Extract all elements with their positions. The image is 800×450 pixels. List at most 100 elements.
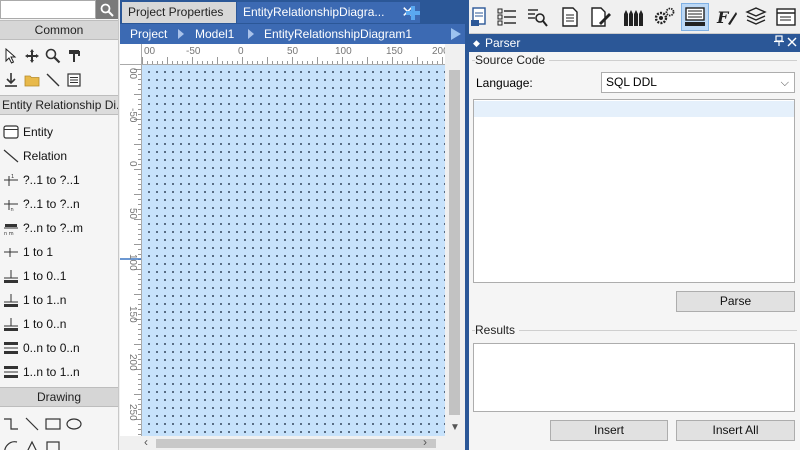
toolbox-item-opt-n-m[interactable]: n m ?..n to ?..m — [0, 216, 118, 240]
toolbar-document-button[interactable] — [556, 3, 584, 31]
toolbox-item-1-0n[interactable]: 1 to 0..n — [0, 312, 118, 336]
ruler-label: 250 — [127, 404, 138, 421]
zoom-tool[interactable] — [44, 47, 62, 65]
scroll-left-icon[interactable]: ‹ — [144, 435, 148, 449]
list-icon — [497, 8, 516, 26]
format-painter-tool[interactable] — [65, 47, 83, 65]
toolbar-search-button[interactable] — [523, 3, 551, 31]
toolbox-item-opt-1-1[interactable]: 1 ?..1 to ?..1 — [0, 168, 118, 192]
toolbar-pencils-button[interactable] — [618, 3, 646, 31]
folder-tool[interactable] — [23, 71, 41, 89]
add-tab-button[interactable] — [403, 3, 423, 23]
toolbox-item-1-01[interactable]: 1 to 0..1 — [0, 264, 118, 288]
toolbar-properties-button[interactable] — [466, 3, 494, 31]
toolbox-item-label: 1 to 0..n — [23, 317, 67, 331]
collapse-arrows-icon[interactable]: ◆ — [473, 34, 480, 52]
toolbar-parser-button[interactable] — [681, 3, 709, 31]
parse-button[interactable]: Parse — [676, 291, 795, 312]
chevron-down-icon: ⌵ — [780, 77, 789, 89]
breadcrumb-model[interactable]: Model1 — [195, 27, 234, 41]
toolbar-layers-button[interactable] — [742, 3, 770, 31]
toolbox-category-erd[interactable]: Entity Relationship Di... — [0, 95, 118, 115]
vertical-scrollbar[interactable]: ▼ — [445, 44, 465, 436]
tool-window-toolbar: F — [469, 0, 800, 34]
toolbox-search-button[interactable] — [96, 0, 118, 19]
tab-project-properties[interactable]: Project Properties — [122, 2, 236, 23]
pan-tool[interactable] — [23, 47, 41, 65]
svg-text:n m: n m — [4, 231, 14, 236]
ellipse-icon — [66, 418, 82, 430]
triangle-icon — [27, 440, 37, 450]
relation-one-to-zero-one-icon — [3, 268, 19, 284]
toolbar-settings-button[interactable] — [650, 3, 678, 31]
square-icon — [46, 441, 60, 450]
comment-tool[interactable] — [65, 71, 83, 89]
orthogonal-line-tool[interactable] — [2, 415, 20, 433]
paint-brush-icon — [69, 50, 80, 62]
toolbox-search-input[interactable] — [0, 0, 96, 19]
scroll-down-icon[interactable]: ▼ — [450, 422, 460, 433]
breadcrumb-diagram[interactable]: EntityRelationshipDiagram1 — [264, 27, 412, 41]
arc-tool[interactable] — [2, 439, 20, 450]
diagonal-line-icon — [46, 73, 60, 87]
pointer-tool[interactable] — [2, 47, 20, 65]
line-tool[interactable] — [44, 71, 62, 89]
toolbox-item-opt-1-n[interactable]: n ?..1 to ?..n — [0, 192, 118, 216]
insert-button[interactable]: Insert — [550, 420, 668, 441]
toolbox-item-label: 1 to 1 — [23, 245, 54, 259]
ruler-label: 100 — [127, 254, 138, 271]
entity-icon — [3, 124, 19, 140]
shape-tool[interactable] — [44, 439, 62, 450]
toolbox-item-entity[interactable]: Entity — [0, 120, 118, 144]
close-icon[interactable] — [787, 34, 797, 52]
ellipse-tool[interactable] — [65, 415, 83, 433]
breadcrumb-separator-icon — [178, 29, 184, 39]
ruler-label: 00 — [144, 46, 156, 57]
vertical-scroll-thumb[interactable] — [449, 70, 460, 415]
tab-entity-relationship-diagram[interactable]: EntityRelationshipDiagra... ✕ — [237, 2, 420, 23]
scroll-corner — [120, 436, 142, 450]
current-line-highlight — [474, 101, 794, 117]
language-label: Language: — [476, 76, 533, 90]
ruler-label: 100 — [335, 46, 352, 57]
ruler-label: 00 — [127, 68, 138, 80]
relation-zero-many-to-zero-many-icon — [3, 340, 19, 356]
insert-all-button[interactable]: Insert All — [676, 420, 795, 441]
toolbar-output-button[interactable] — [772, 3, 800, 31]
toolbox-item-1-1[interactable]: 1 to 1 — [0, 240, 118, 264]
output-window-icon — [776, 8, 796, 26]
diagram-document: Project Properties EntityRelationshipDia… — [120, 0, 465, 450]
language-select[interactable]: SQL DDL ⌵ — [601, 72, 795, 93]
parser-icon — [685, 7, 705, 26]
toolbar-format-button[interactable]: F — [712, 3, 740, 31]
breadcrumb-separator-icon — [248, 29, 254, 39]
common-tools-row-2 — [2, 71, 83, 89]
toolbox-item-1-1n[interactable]: 1 to 1..n — [0, 288, 118, 312]
pencils-icon — [624, 10, 643, 26]
pin-icon[interactable] — [774, 34, 784, 52]
parser-panel-container: F ◆ Parser Source Code Language: SQL DDL… — [469, 0, 800, 450]
toolbox-category-common[interactable]: Common — [0, 20, 118, 40]
breadcrumb-forward-icon[interactable] — [451, 28, 461, 40]
horizontal-scrollbar[interactable]: ‹ › — [142, 435, 465, 450]
source-code-editor[interactable] — [473, 99, 795, 283]
rectangle-tool[interactable] — [44, 415, 62, 433]
toolbox-item-1n-1n[interactable]: 1..n to 1..n — [0, 360, 118, 384]
straight-line-tool[interactable] — [23, 415, 41, 433]
horizontal-scroll-thumb[interactable] — [156, 439, 436, 448]
ruler-label: 0 — [127, 161, 138, 167]
results-list[interactable] — [473, 343, 795, 412]
diagram-canvas[interactable] — [142, 65, 445, 436]
polygon-tool[interactable] — [23, 439, 41, 450]
insert-tool[interactable] — [2, 71, 20, 89]
ruler-label: -50 — [127, 108, 138, 123]
ruler-label: 200 — [127, 354, 138, 371]
toolbox-item-0n-0n[interactable]: 0..n to 0..n — [0, 336, 118, 360]
toolbox-category-drawing[interactable]: Drawing — [0, 387, 118, 407]
scroll-right-icon[interactable]: › — [423, 435, 427, 449]
breadcrumb-project[interactable]: Project — [130, 27, 167, 41]
svg-text:1: 1 — [11, 174, 14, 180]
toolbar-list-button[interactable] — [493, 3, 521, 31]
toolbar-edit-button[interactable] — [586, 3, 614, 31]
toolbox-item-relation[interactable]: Relation — [0, 144, 118, 168]
